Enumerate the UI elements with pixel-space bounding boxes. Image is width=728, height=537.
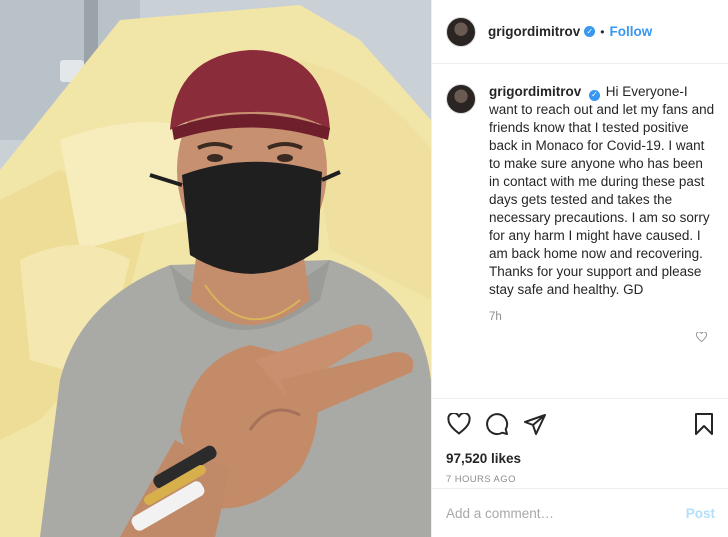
likes-count[interactable]: 97,520 likes (446, 451, 717, 466)
header-username[interactable]: grigordimitrov (488, 24, 580, 39)
actions-section: 97,520 likes 7 HOURS AGO (432, 398, 728, 485)
post-header: grigordimitrov ✓ • Follow (432, 0, 728, 64)
selfie-image (0, 0, 431, 537)
bookmark-icon[interactable] (691, 411, 717, 437)
action-row (446, 411, 717, 437)
comment-icon[interactable] (484, 411, 510, 437)
caption-body: Hi Everyone-I want to reach out and let … (489, 84, 715, 297)
post-comment-button[interactable]: Post (686, 506, 715, 521)
post-timestamp[interactable]: 7 HOURS AGO (446, 474, 717, 485)
avatar[interactable] (446, 16, 476, 47)
caption-username[interactable]: grigordimitrov (489, 84, 581, 99)
follow-button[interactable]: Follow (609, 24, 652, 39)
separator-dot: • (600, 24, 605, 39)
post-photo[interactable] (0, 0, 431, 537)
caption-avatar[interactable] (446, 84, 476, 114)
caption-age[interactable]: 7h (489, 311, 715, 323)
caption-verified-badge-icon: ✓ (589, 89, 601, 101)
comment-box: Post (432, 488, 728, 537)
caption-text-block: grigordimitrov ✓ Hi Everyone-I want to r… (489, 83, 715, 299)
heart-icon[interactable] (446, 411, 472, 437)
caption-like-heart-icon[interactable] (696, 331, 707, 345)
comment-input[interactable] (446, 505, 678, 521)
share-icon[interactable] (522, 411, 548, 437)
verified-badge-icon: ✓ (584, 26, 596, 37)
comments-section[interactable]: grigordimitrov ✓ Hi Everyone-I want to r… (432, 65, 728, 398)
caption-row: grigordimitrov ✓ Hi Everyone-I want to r… (446, 83, 715, 299)
post-panel: grigordimitrov ✓ • Follow grigordimitrov… (431, 0, 728, 537)
